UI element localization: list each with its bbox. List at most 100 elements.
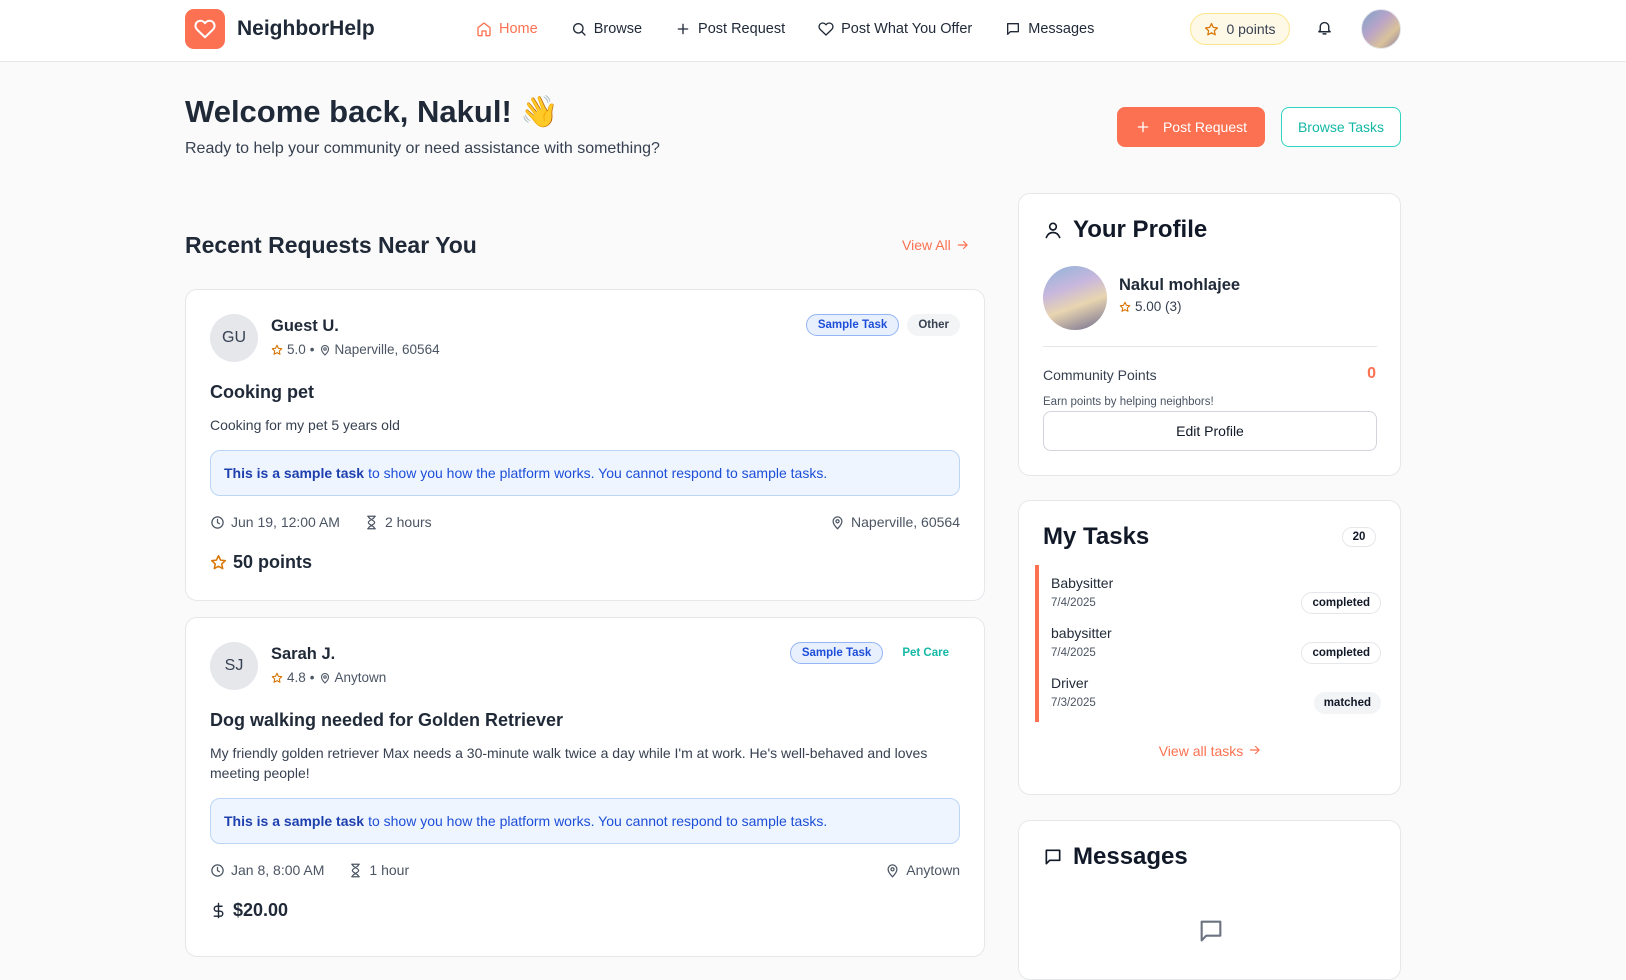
nav-post-offer[interactable]: Post What You Offer xyxy=(818,19,972,39)
task-reward: $20.00 xyxy=(210,900,288,921)
sample-task-badge: Sample Task xyxy=(789,642,884,664)
star-icon xyxy=(271,344,283,356)
hourglass-icon xyxy=(364,515,379,530)
arrow-right-icon xyxy=(956,238,970,252)
community-points-label: Community Points xyxy=(1043,367,1157,383)
sample-task-notice: This is a sample task to show you how th… xyxy=(210,798,960,844)
task-duration-text: 1 hour xyxy=(369,862,410,878)
requester-name: Sarah J. xyxy=(271,645,336,663)
heart-logo-icon[interactable] xyxy=(185,9,225,49)
clock-icon xyxy=(210,515,225,530)
card-badges: Sample Task Pet Care xyxy=(789,642,960,664)
task-location-text: Naperville, 60564 xyxy=(851,514,960,530)
nav-messages[interactable]: Messages xyxy=(1005,19,1094,39)
meta-separator: • xyxy=(309,670,315,685)
hourglass-icon xyxy=(348,863,363,878)
view-all-tasks-label: View all tasks xyxy=(1158,743,1244,759)
card-badges: Sample Task Other xyxy=(805,314,960,336)
task-meta-row: Jun 19, 12:00 AM 2 hours Naperville, 605… xyxy=(210,514,960,530)
nav-post-request[interactable]: Post Request xyxy=(675,19,785,39)
requester-meta: 4.8 • Anytown xyxy=(271,670,386,685)
list-item[interactable]: Babysitter 7/4/2025 completed xyxy=(1051,575,1381,621)
status-badge: completed xyxy=(1301,592,1381,614)
task-reward-text: 50 points xyxy=(233,552,313,572)
browse-tasks-button[interactable]: Browse Tasks xyxy=(1281,107,1401,147)
pin-icon xyxy=(319,344,331,356)
task-date-text: Jun 19, 12:00 AM xyxy=(231,514,340,530)
nav-messages-label: Messages xyxy=(1028,21,1095,37)
nav-post-request-label: Post Request xyxy=(698,21,786,37)
task-description: My friendly golden retriever Max needs a… xyxy=(210,745,928,781)
recent-requests-title: Recent Requests Near You xyxy=(185,232,477,258)
post-request-button-label: Post Request xyxy=(1162,119,1248,135)
star-icon xyxy=(210,554,227,571)
list-item[interactable]: Driver 7/3/2025 matched xyxy=(1051,675,1381,721)
pin-icon xyxy=(319,672,331,684)
arrow-right-icon xyxy=(1248,743,1262,759)
task-date: 7/4/2025 xyxy=(1051,597,1096,609)
points-label: 0 points xyxy=(1226,21,1276,37)
task-name: Driver xyxy=(1051,675,1089,691)
plus-icon xyxy=(675,21,691,37)
task-date: Jan 8, 8:00 AM xyxy=(210,862,324,878)
task-location-text: Anytown xyxy=(906,862,960,878)
nav-home[interactable]: Home xyxy=(476,19,538,39)
app-name[interactable]: NeighborHelp xyxy=(237,17,375,41)
requester-location: Naperville, 60564 xyxy=(334,342,440,357)
message-icon xyxy=(1005,21,1021,37)
empty-messages-icon xyxy=(1197,917,1225,945)
edit-profile-button[interactable]: Edit Profile xyxy=(1043,411,1377,451)
sample-notice-text: to show you how the platform works. You … xyxy=(368,813,828,829)
category-badge: Other xyxy=(907,314,960,336)
task-title: Cooking pet xyxy=(210,382,314,402)
request-card[interactable]: GU Guest U. 5.0 • Naperville, 60564 Samp… xyxy=(185,289,985,601)
list-item[interactable]: babysitter 7/4/2025 completed xyxy=(1051,625,1381,671)
profile-avatar[interactable] xyxy=(1043,266,1107,330)
community-points-hint: Earn points by helping neighbors! xyxy=(1043,396,1214,408)
page-subtitle: Ready to help your community or need ass… xyxy=(185,140,660,157)
task-date: 7/4/2025 xyxy=(1051,647,1096,659)
requester-location: Anytown xyxy=(334,670,387,685)
post-request-button[interactable]: Post Request xyxy=(1117,107,1265,147)
status-badge: matched xyxy=(1313,692,1381,714)
task-date-text: Jan 8, 8:00 AM xyxy=(231,862,325,878)
profile-title: Your Profile xyxy=(1043,216,1207,244)
main-nav: Home Browse Post Request Post What You O… xyxy=(476,19,1127,39)
requester-rating: 4.8 xyxy=(287,670,306,685)
clock-icon xyxy=(210,863,225,878)
profile-panel: Your Profile Nakul mohlajee 5.00 (3) Com… xyxy=(1018,193,1401,476)
task-title: Dog walking needed for Golden Retriever xyxy=(210,710,564,730)
bell-icon[interactable] xyxy=(1316,19,1333,36)
nav-home-label: Home xyxy=(499,21,538,37)
nav-browse[interactable]: Browse xyxy=(571,19,642,39)
profile-divider xyxy=(1043,346,1377,347)
view-all-tasks-link[interactable]: View all tasks xyxy=(1019,743,1402,759)
task-duration: 1 hour xyxy=(348,862,409,878)
page-title: Welcome back, Nakul! 👋 xyxy=(185,94,559,129)
nav-post-offer-label: Post What You Offer xyxy=(841,21,973,37)
nav-browse-label: Browse xyxy=(593,21,643,37)
task-name: babysitter xyxy=(1051,625,1112,641)
view-all-link[interactable]: View All xyxy=(902,237,970,253)
plus-icon xyxy=(1135,119,1151,135)
sample-task-notice: This is a sample task to show you how th… xyxy=(210,450,960,496)
user-avatar[interactable] xyxy=(1361,9,1401,49)
profile-rating-text: 5.00 (3) xyxy=(1135,299,1182,314)
task-list: Babysitter 7/4/2025 completed babysitter… xyxy=(1035,565,1381,722)
star-icon xyxy=(271,672,283,684)
sample-notice-text: to show you how the platform works. You … xyxy=(368,465,828,481)
category-badge: Pet Care xyxy=(902,647,949,659)
messages-panel: Messages xyxy=(1018,820,1401,980)
profile-title-text: Your Profile xyxy=(1073,216,1208,243)
messages-title-text: Messages xyxy=(1073,843,1188,870)
sample-task-badge: Sample Task xyxy=(805,314,900,336)
task-duration-text: 2 hours xyxy=(384,514,432,530)
sample-notice-bold: This is a sample task xyxy=(224,813,365,829)
meta-separator: • xyxy=(309,342,315,357)
points-pill[interactable]: 0 points xyxy=(1190,13,1290,45)
requester-avatar: SJ xyxy=(210,642,258,690)
request-card[interactable]: SJ Sarah J. 4.8 • Anytown Sample Task Pe… xyxy=(185,617,985,957)
community-points-value: 0 xyxy=(1367,365,1376,382)
pin-icon xyxy=(830,515,845,530)
messages-title: Messages xyxy=(1043,843,1188,871)
